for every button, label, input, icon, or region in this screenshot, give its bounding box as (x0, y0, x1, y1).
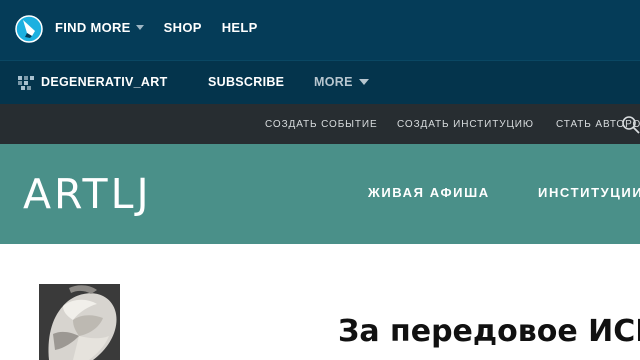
more-menu[interactable]: MORE (314, 75, 369, 89)
journal-grid-icon (18, 76, 34, 90)
journal-name-link[interactable]: DEGENERATIV_ART (41, 75, 168, 89)
action-bar: СОЗДАТЬ СОБЫТИЕ СОЗДАТЬ ИНСТИТУЦИЮ СТАТЬ… (0, 104, 640, 144)
livejournal-logo-icon[interactable] (15, 14, 43, 44)
find-more-label: FIND MORE (55, 20, 131, 35)
site-header: ARTLJ ЖИВАЯ АФИША ИНСТИТУЦИИ (0, 144, 640, 244)
chevron-down-icon (135, 25, 144, 30)
top-navigation-bar: FIND MORE SHOP HELP (0, 0, 640, 60)
shop-link[interactable]: SHOP (164, 20, 202, 35)
chevron-down-icon (358, 79, 369, 85)
sculpture-avatar-image[interactable] (39, 284, 120, 360)
menu-live-poster[interactable]: ЖИВАЯ АФИША (368, 185, 490, 200)
search-icon[interactable] (620, 114, 640, 134)
global-nav: FIND MORE SHOP HELP (55, 20, 278, 35)
more-label: MORE (314, 75, 353, 89)
post-title: За передовое ИСКУССТВО (338, 314, 640, 349)
find-more-menu[interactable]: FIND MORE (55, 20, 144, 35)
brand-logo[interactable]: ARTLJ (23, 170, 152, 218)
create-institution-link[interactable]: СОЗДАТЬ ИНСТИТУЦИЮ (397, 119, 534, 130)
create-event-link[interactable]: СОЗДАТЬ СОБЫТИЕ (265, 119, 378, 130)
post-content: За передовое ИСКУССТВО (0, 244, 640, 360)
journal-bar: DEGENERATIV_ART SUBSCRIBE MORE (0, 60, 640, 104)
help-link[interactable]: HELP (222, 20, 258, 35)
menu-institutions[interactable]: ИНСТИТУЦИИ (538, 185, 640, 200)
subscribe-button[interactable]: SUBSCRIBE (208, 75, 284, 89)
